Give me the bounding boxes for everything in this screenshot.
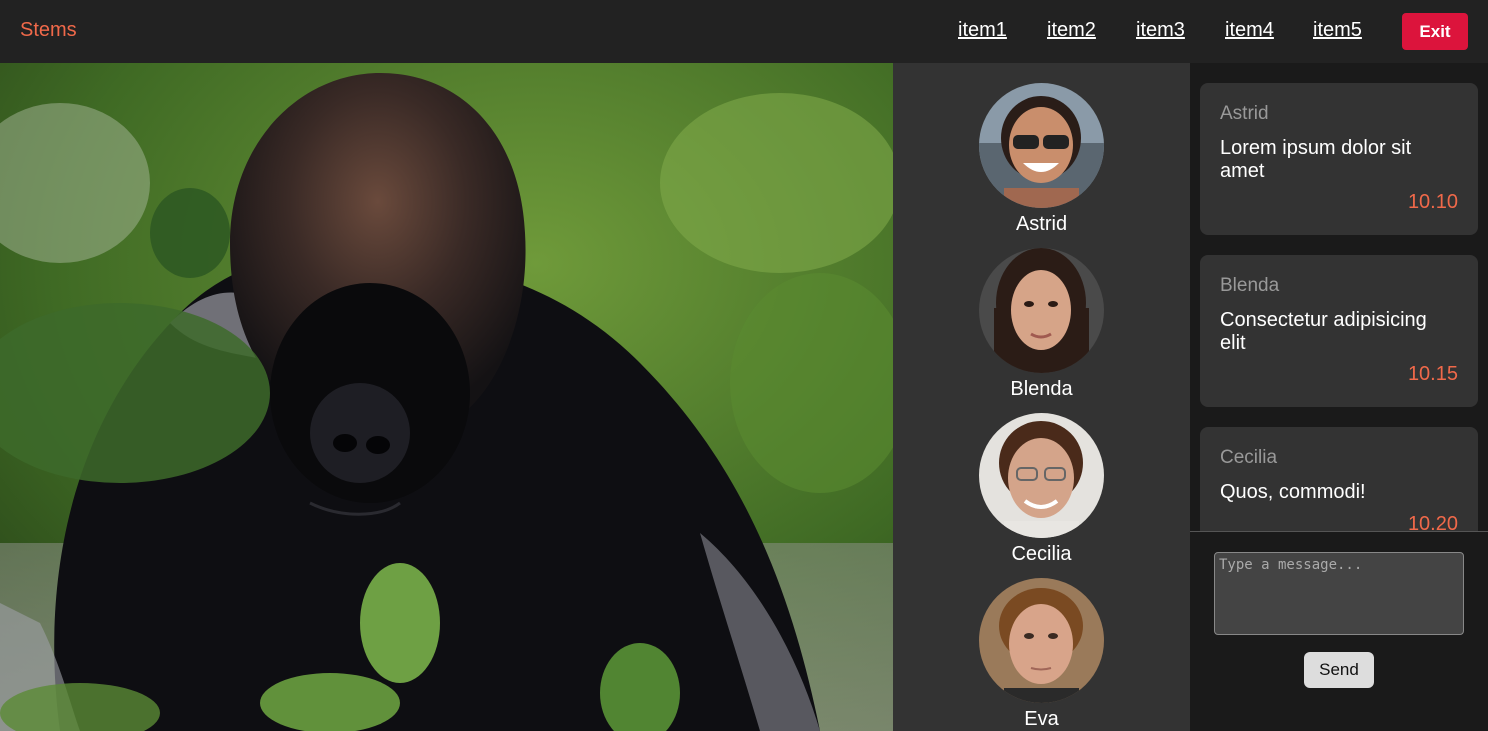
brand-logo[interactable]: Stems [20,19,77,42]
nav-item-2[interactable]: item2 [1047,19,1096,42]
participant-name: Blenda [1010,378,1073,400]
send-button[interactable]: Send [1304,652,1374,688]
participants-panel: Astrid Blenda Cecilia Eva [893,63,1190,731]
top-bar: Stems item1 item2 item3 item4 item5 Exit [0,0,1488,63]
main-video [0,63,893,731]
avatar [979,578,1104,703]
message-composer: Send [1190,531,1488,731]
message-list[interactable]: Astrid Lorem ipsum dolor sit amet 10.10 … [1190,63,1488,531]
gorilla-image [0,63,893,731]
participant-card[interactable]: Astrid [893,83,1190,236]
message-sender: Astrid [1220,103,1269,124]
message-card: Astrid Lorem ipsum dolor sit amet 10.10 [1200,83,1478,235]
message-time: 10.20 [1407,513,1458,531]
message-sender: Cecilia [1220,447,1278,468]
participant-card[interactable]: Cecilia [893,413,1190,566]
nav-item-1[interactable]: item1 [958,19,1007,42]
message-input[interactable] [1214,552,1464,635]
avatar [979,248,1104,373]
participant-name: Astrid [1015,213,1068,235]
participant-card[interactable]: Blenda [893,248,1190,401]
avatar [979,83,1104,208]
nav-item-4[interactable]: item4 [1225,19,1274,42]
message-text: Quos, commodi! [1220,481,1366,503]
avatar [979,413,1104,538]
participant-name: Eva [1024,708,1059,730]
nav-item-5[interactable]: item5 [1313,19,1362,42]
participant-card[interactable]: Eva [893,578,1190,731]
message-text: Lorem ipsum dolor sit amet [1220,137,1412,182]
participant-name: Cecilia [1011,543,1072,565]
nav-item-3[interactable]: item3 [1136,19,1185,42]
chat-panel: Astrid Lorem ipsum dolor sit amet 10.10 … [1190,63,1488,731]
message-card: Blenda Consectetur adipisicing elit 10.1… [1200,255,1478,407]
message-time: 10.10 [1407,191,1458,213]
message-card: Cecilia Quos, commodi! 10.20 [1200,427,1478,531]
message-time: 10.15 [1407,363,1458,385]
exit-button[interactable]: Exit [1402,13,1468,50]
message-text: Consectetur adipisicing elit [1220,309,1427,354]
message-sender: Blenda [1220,275,1280,296]
